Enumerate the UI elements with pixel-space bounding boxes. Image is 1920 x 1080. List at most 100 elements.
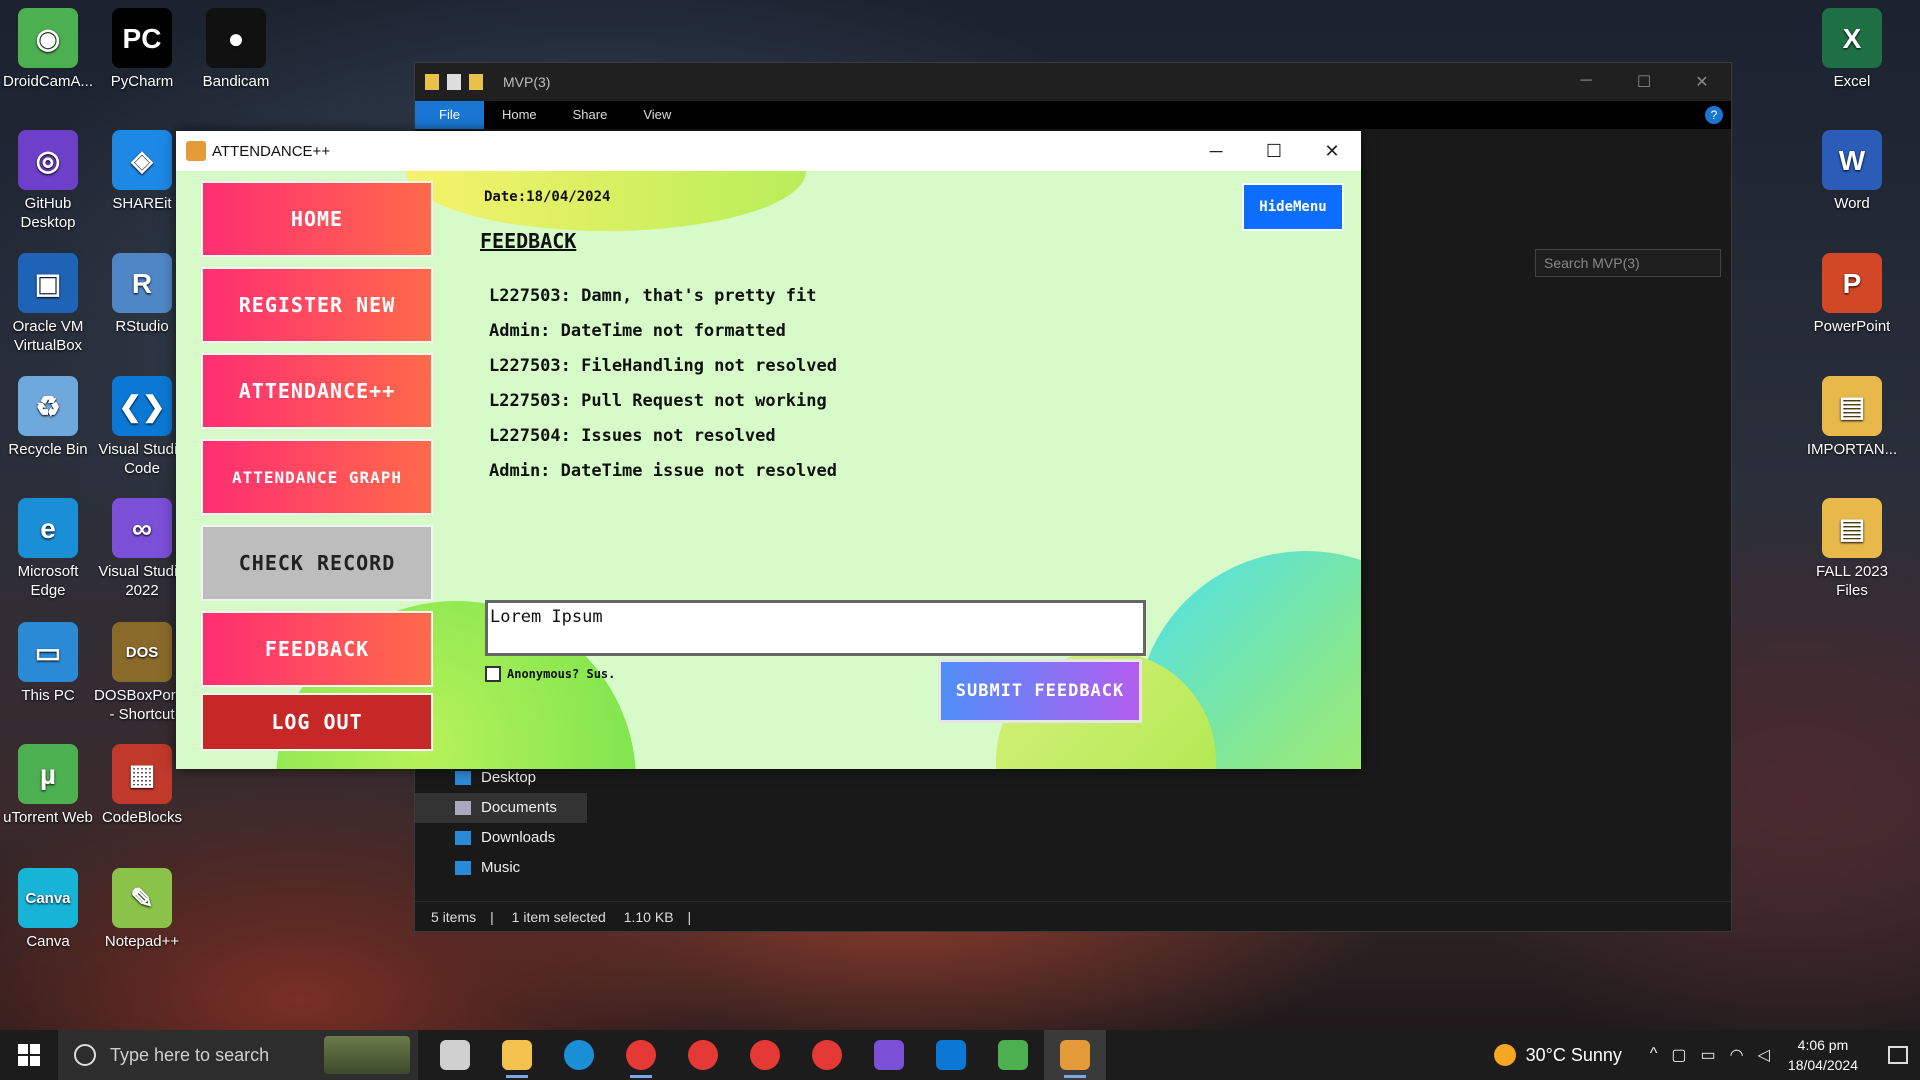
taskbar-apps	[424, 1030, 1106, 1080]
list-item: L227503: Damn, that's pretty fit	[489, 286, 817, 306]
nav-item-music[interactable]: Music	[415, 853, 587, 883]
desktop-icon-left-9[interactable]: e Microsoft Edge	[0, 498, 96, 600]
taskbar-app-file-explorer[interactable]	[486, 1030, 548, 1080]
taskbar-app-chrome-3[interactable]	[734, 1030, 796, 1080]
desktop-icon-left-15[interactable]: Canva Canva	[0, 868, 96, 951]
close-icon[interactable]: ✕	[1673, 72, 1731, 92]
app-shortcut-icon: ▤	[1822, 498, 1882, 558]
app-shortcut-icon: W	[1822, 130, 1882, 190]
nav-item-downloads[interactable]: Downloads	[415, 823, 587, 853]
start-button[interactable]	[0, 1030, 58, 1080]
status-item-count: 5 items	[431, 909, 477, 925]
volume-icon[interactable]: ◁	[1758, 1045, 1770, 1065]
weather-widget[interactable]: 30°C Sunny	[1493, 1044, 1622, 1066]
desktop-icon-right-4[interactable]: ▤ FALL 2023 Files	[1804, 498, 1900, 600]
taskbar-app-vscode[interactable]	[920, 1030, 982, 1080]
anonymous-checkbox[interactable]	[485, 666, 501, 682]
taskbar-app-attendance-app[interactable]	[1044, 1030, 1106, 1080]
check-record-button[interactable]: CHECK RECORD	[201, 525, 433, 601]
status-bar: 5 items | 1 item selected 1.10 KB |	[415, 901, 1731, 931]
taskbar-app-task-view[interactable]	[424, 1030, 486, 1080]
taskbar-app-chrome-4[interactable]	[796, 1030, 858, 1080]
taskbar-app-chrome-2[interactable]	[672, 1030, 734, 1080]
tab-view[interactable]: View	[625, 101, 689, 129]
documents-icon	[455, 801, 471, 815]
taskbar-app-visual-studio[interactable]	[858, 1030, 920, 1080]
feedback-button[interactable]: FEEDBACK	[201, 611, 433, 687]
attendance-button[interactable]: ATTENDANCE++	[201, 353, 433, 429]
new-folder-icon[interactable]	[469, 74, 483, 90]
chevron-up-icon[interactable]: ^	[1650, 1045, 1658, 1065]
app-icon	[186, 141, 206, 161]
status-size: 1.10 KB	[623, 909, 674, 925]
folder-icon	[425, 74, 439, 90]
desktop-icon-right-1[interactable]: W Word	[1804, 130, 1900, 213]
wifi-icon[interactable]: ◠	[1730, 1045, 1744, 1065]
battery-icon[interactable]: ▭	[1701, 1045, 1716, 1065]
feedback-input[interactable]: Lorem Ipsum	[485, 600, 1146, 656]
desktop-icon-left-3[interactable]: ◎ GitHub Desktop	[0, 130, 96, 232]
desktop-icon-left-2[interactable]: ● Bandicam	[188, 8, 284, 91]
list-item: L227504: Issues not resolved	[489, 426, 776, 446]
tab-home[interactable]: Home	[484, 101, 555, 129]
app-shortcut-icon: ◎	[18, 130, 78, 190]
tab-file[interactable]: File	[415, 101, 484, 129]
taskbar-app-edge[interactable]	[548, 1030, 610, 1080]
explorer-ribbon: File Home Share View ?	[415, 101, 1731, 129]
desktop-icon-left-1[interactable]: PC PyCharm	[94, 8, 190, 91]
file-explorer-icon	[502, 1040, 532, 1070]
desktop-icon-label: Canva	[26, 933, 70, 950]
desktop-icon-label: Excel	[1833, 73, 1871, 90]
desktop-icon-label: PyCharm	[110, 73, 174, 90]
app-title-bar[interactable]: ATTENDANCE++ ─ ☐ ✕	[176, 131, 1361, 171]
submit-feedback-button[interactable]: SUBMIT FEEDBACK	[938, 659, 1142, 723]
desktop-icon-left-16[interactable]: ✎ Notepad++	[94, 868, 190, 951]
attendance-graph-button[interactable]: ATTENDANCE GRAPH	[201, 439, 433, 515]
tab-share[interactable]: Share	[555, 101, 626, 129]
app-shortcut-icon: DOS	[112, 622, 172, 682]
anonymous-checkbox-row[interactable]: Anonymous? Sus.	[485, 666, 615, 682]
explorer-title-bar[interactable]: MVP(3) ─ ☐ ✕	[415, 63, 1731, 101]
app-shortcut-icon: ❮❯	[112, 376, 172, 436]
search-input[interactable]: Search MVP(3)	[1535, 249, 1721, 277]
desktop-icon-left-13[interactable]: µ uTorrent Web	[0, 744, 96, 827]
logout-button[interactable]: LOG OUT	[201, 693, 433, 751]
desktop-icon-label: IMPORTAN...	[1806, 441, 1898, 458]
app-shortcut-icon: Canva	[18, 868, 78, 928]
chrome-3-icon	[750, 1040, 780, 1070]
clock[interactable]: 4:06 pm 18/04/2024	[1788, 1035, 1858, 1075]
taskbar-app-chrome-1[interactable]	[610, 1030, 672, 1080]
nav-item-label: Music	[481, 859, 521, 876]
attendance-app-window[interactable]: ATTENDANCE++ ─ ☐ ✕ HOME REGISTER NEW ATT…	[176, 131, 1361, 769]
app-shortcut-icon: ♻	[18, 376, 78, 436]
properties-icon[interactable]	[447, 74, 461, 90]
minimize-icon[interactable]: ─	[1557, 72, 1615, 92]
desktop-icon-left-5[interactable]: ▣ Oracle VM VirtualBox	[0, 253, 96, 355]
visual-studio-icon	[874, 1040, 904, 1070]
taskbar-app-droidcam[interactable]	[982, 1030, 1044, 1080]
taskbar-search[interactable]: Type here to search	[58, 1030, 418, 1080]
list-item: Admin: DateTime issue not resolved	[489, 461, 837, 481]
notification-icon[interactable]	[1876, 1030, 1920, 1080]
vscode-icon	[936, 1040, 966, 1070]
close-icon[interactable]: ✕	[1303, 141, 1361, 162]
desktop-icon-right-3[interactable]: ▤ IMPORTAN...	[1804, 376, 1900, 459]
nav-item-label: Documents	[481, 799, 557, 816]
desktop-icon-left-0[interactable]: ◉ DroidCamA...	[0, 8, 96, 91]
desktop-icon-label: FALL 2023 Files	[1815, 563, 1888, 599]
minimize-icon[interactable]: ─	[1187, 141, 1245, 162]
maximize-icon[interactable]: ☐	[1615, 72, 1673, 92]
maximize-icon[interactable]: ☐	[1245, 141, 1303, 162]
app-shortcut-icon: X	[1822, 8, 1882, 68]
desktop-icon-right-0[interactable]: X Excel	[1804, 8, 1900, 91]
home-button[interactable]: HOME	[201, 181, 433, 257]
nav-item-documents[interactable]: Documents	[415, 793, 587, 823]
app-shortcut-icon: ▣	[18, 253, 78, 313]
desktop-icon-left-11[interactable]: ▭ This PC	[0, 622, 96, 705]
desktop-icon-left-7[interactable]: ♻ Recycle Bin	[0, 376, 96, 459]
help-icon[interactable]: ?	[1705, 106, 1723, 124]
hide-menu-button[interactable]: HideMenu	[1242, 183, 1344, 231]
register-new-button[interactable]: REGISTER NEW	[201, 267, 433, 343]
meet-icon[interactable]: ▢	[1671, 1045, 1686, 1065]
desktop-icon-right-2[interactable]: P PowerPoint	[1804, 253, 1900, 336]
